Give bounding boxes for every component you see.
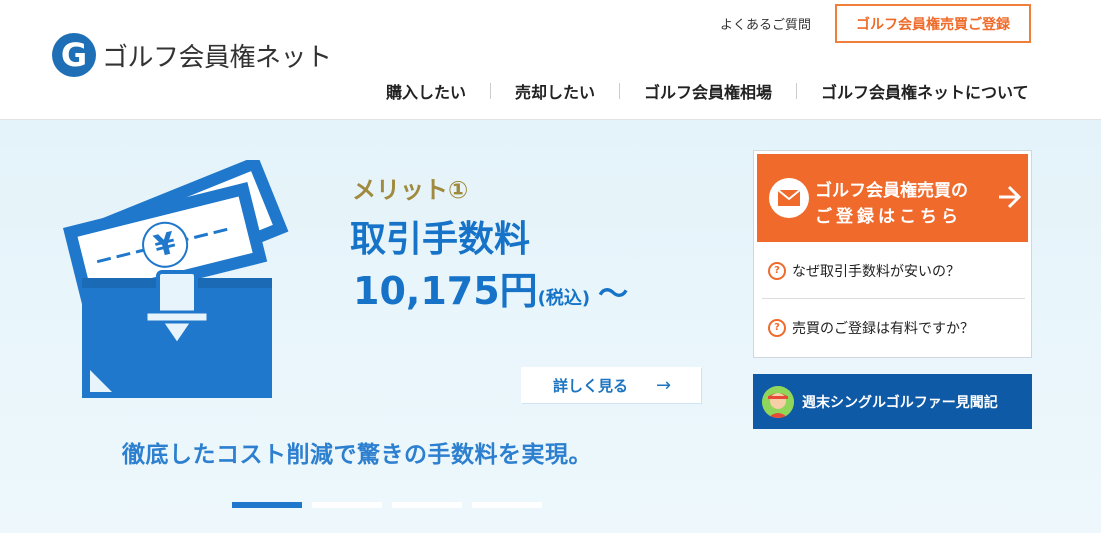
side-panel: ゴルフ会員権売買の ご登録はこちら ? なぜ取引手数料が安いの？ ? 売買のご登… xyxy=(753,150,1032,358)
main-nav: 購入したい 売却したい ゴルフ会員権相場 ゴルフ会員権ネットについて xyxy=(386,80,1029,102)
cta-line2: ご登録はこちら xyxy=(815,207,962,227)
divider xyxy=(762,298,1025,299)
golfer-avatar-icon xyxy=(762,385,794,418)
cta-line1: ゴルフ会員権売買の xyxy=(815,181,968,201)
nav-divider xyxy=(796,83,798,99)
detail-button[interactable]: 詳しく見る → xyxy=(521,367,701,403)
register-button[interactable]: ゴルフ会員権売買ご登録 xyxy=(835,4,1031,43)
register-cta-banner[interactable]: ゴルフ会員権売買の ご登録はこちら xyxy=(757,154,1028,242)
faq-item-label: なぜ取引手数料が安いの？ xyxy=(792,264,960,280)
slider-pagination xyxy=(232,502,552,508)
merit-label: メリット① xyxy=(352,176,469,204)
detail-button-label: 詳しく見る xyxy=(553,376,629,395)
fee-tax-note: (税込) xyxy=(537,288,591,309)
faq-item-fee[interactable]: ? なぜ取引手数料が安いの？ xyxy=(768,261,960,281)
question-icon: ? xyxy=(768,262,786,280)
hero-tagline: 徹底したコスト削減で驚きの手数料を実現。 xyxy=(122,442,592,468)
golfer-blog-button[interactable]: 週末シングルゴルファー見聞記 xyxy=(753,374,1032,429)
slider-dot-3[interactable] xyxy=(392,502,462,508)
nav-item-buy[interactable]: 購入したい xyxy=(386,79,466,103)
question-icon: ? xyxy=(768,319,786,337)
logo-g-icon: G xyxy=(52,33,96,77)
golfer-blog-label: 週末シングルゴルファー見聞記 xyxy=(802,394,998,411)
site-logo[interactable]: G ゴルフ会員権ネット xyxy=(52,33,332,77)
fee-amount: 10,175円(税込) 〜 xyxy=(353,260,628,315)
nav-divider xyxy=(490,83,492,99)
fee-value: 10,175円 xyxy=(353,269,538,313)
fee-tilde: 〜 xyxy=(598,277,629,312)
nav-item-about[interactable]: ゴルフ会員権ネットについて xyxy=(821,79,1029,103)
slider-dot-1[interactable] xyxy=(232,502,302,508)
fee-title: 取引手数料 xyxy=(350,219,531,260)
arrow-right-icon: → xyxy=(656,374,672,396)
faq-item-cost[interactable]: ? 売買のご登録は有料ですか？ xyxy=(768,318,974,338)
nav-item-market[interactable]: ゴルフ会員権相場 xyxy=(644,79,772,103)
mail-icon xyxy=(769,178,809,218)
faq-item-label: 売買のご登録は有料ですか？ xyxy=(792,321,974,337)
money-box-icon: ¥ xyxy=(62,160,289,398)
faq-link[interactable]: よくあるご質問 xyxy=(720,14,811,33)
nav-divider xyxy=(619,83,621,99)
logo-text: ゴルフ会員権ネット xyxy=(102,42,332,73)
arrow-right-icon xyxy=(999,185,1021,209)
site-header: G ゴルフ会員権ネット よくあるご質問 ゴルフ会員権売買ご登録 購入したい 売却… xyxy=(0,0,1101,120)
nav-item-sell[interactable]: 売却したい xyxy=(515,79,595,103)
slider-dot-2[interactable] xyxy=(312,502,382,508)
slider-dot-4[interactable] xyxy=(472,502,542,508)
